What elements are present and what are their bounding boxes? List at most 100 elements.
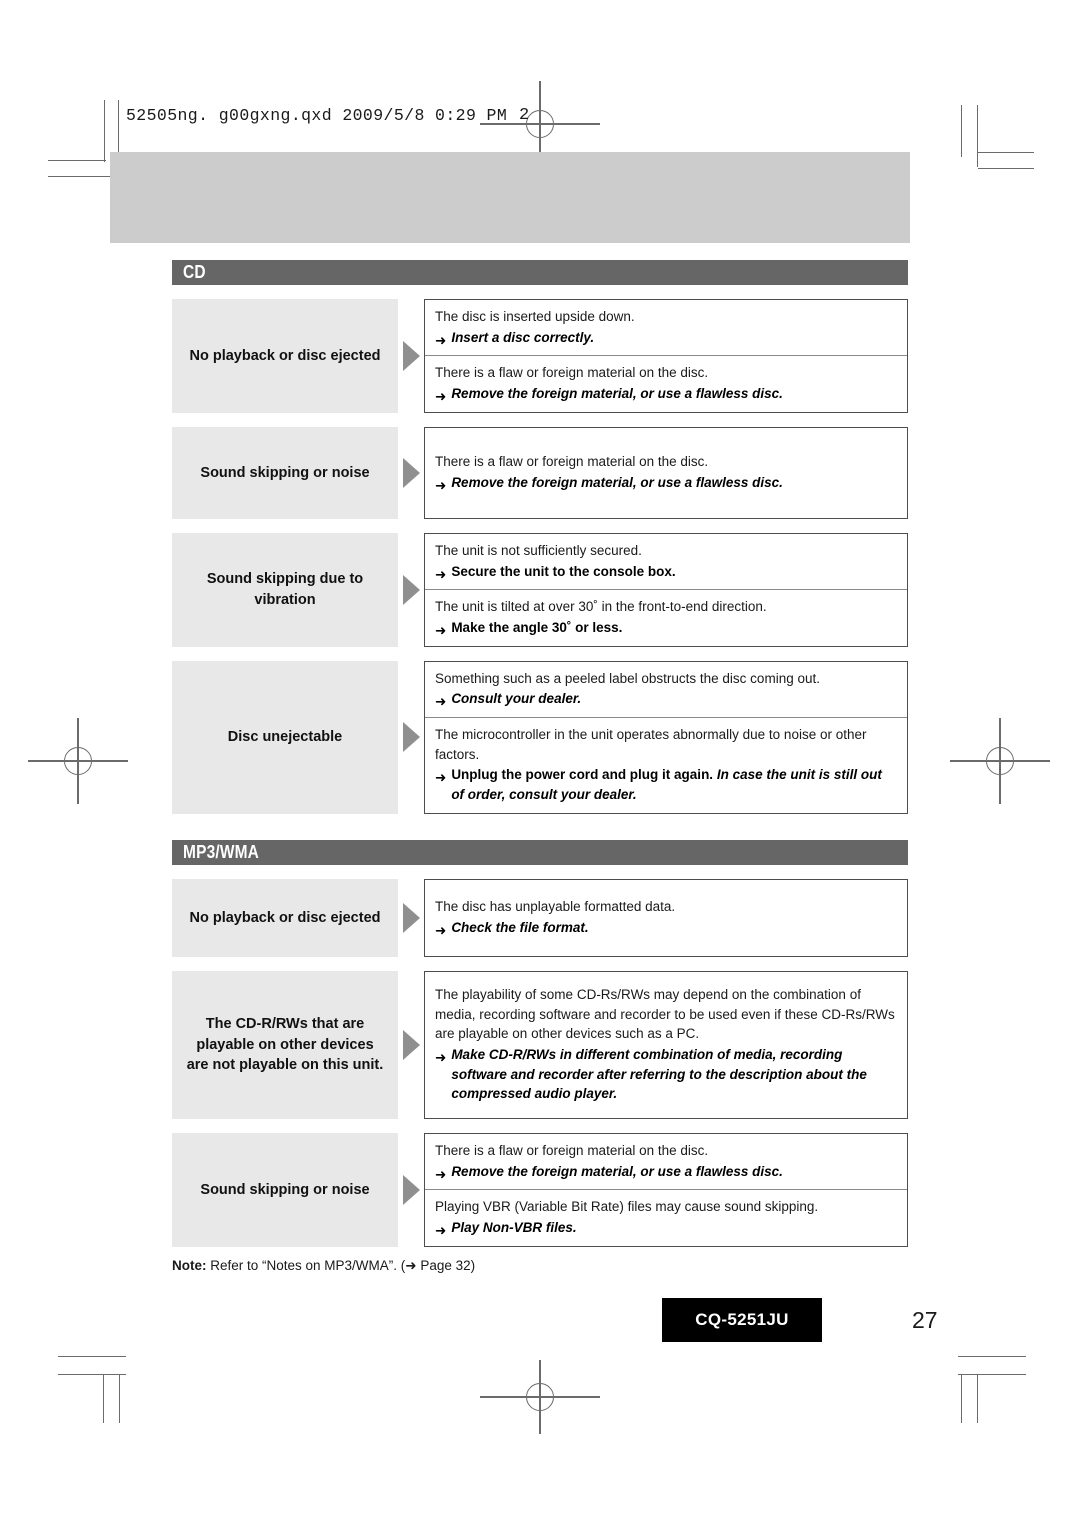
remedy-arrow-icon: ➜ — [435, 477, 447, 493]
remedy-arrow-icon: ➜ — [435, 622, 447, 638]
remedy-arrow-icon: ➜ — [435, 1049, 447, 1065]
remedy-line: ➜ Remove the foreign material, or use a … — [435, 384, 897, 404]
crop-mark-bottom-right-v2 — [977, 1375, 979, 1423]
symptom-label-text: Sound skipping due to vibration — [206, 571, 364, 608]
remedy-text: Remove the foreign material, or use a fl… — [451, 386, 783, 402]
cause-remedy-box: The unit is not sufficiently secured. ➜ … — [424, 532, 908, 647]
table-row: No playback or disc ejected The disc is … — [172, 299, 908, 413]
symptom-label-text: No playback or disc ejected — [189, 347, 381, 364]
section-header-mp3wma-label: MP3/WMA — [183, 841, 260, 862]
symptom-label: The CD-R/RWs that are playable on other … — [172, 970, 398, 1120]
triangle-pointer-icon — [402, 574, 420, 605]
pointer-triangle-cell — [398, 661, 424, 814]
symptom-label-text: No playback or disc ejected — [189, 909, 381, 926]
cause-block: Something such as a peeled label obstruc… — [425, 662, 907, 717]
cause-text: Something such as a peeled label obstruc… — [435, 670, 820, 686]
remedy-line: ➜ Secure the unit to the console box. — [435, 562, 897, 582]
triangle-pointer-icon — [402, 1029, 420, 1060]
note-arrow-icon: ➜ — [405, 1257, 417, 1273]
crop-mark-bottom-left-h2 — [58, 1374, 126, 1376]
remedy-text-mixed: Unplug the power cord and plug it again.… — [451, 765, 897, 804]
triangle-pointer-icon — [402, 457, 420, 488]
section-header-cd: CD — [172, 260, 908, 285]
crop-mark-bottom-left-v2 — [119, 1375, 121, 1423]
crop-mark-bottom-left-v1 — [103, 1375, 105, 1423]
pointer-triangle-cell — [398, 971, 424, 1119]
remedy-text: Insert a disc correctly. — [451, 329, 595, 345]
section-mp3wma: MP3/WMA No playback or disc ejected The … — [172, 839, 908, 1247]
table-row: Sound skipping or noise There is a flaw … — [172, 426, 908, 519]
remedy-arrow-icon: ➜ — [435, 922, 447, 938]
triangle-pointer-icon — [402, 902, 420, 933]
crop-mark-bottom-right-v1 — [961, 1375, 963, 1423]
table-row: No playback or disc ejected The disc has… — [172, 878, 908, 957]
slug-page-number: 2 — [519, 106, 530, 125]
remedy-text: Remove the foreign material, or use a fl… — [451, 474, 783, 490]
remedy-line: ➜ Remove the foreign material, or use a … — [435, 1162, 897, 1182]
remedy-line: ➜ Play Non-VBR files. — [435, 1218, 897, 1238]
cause-remedy-box: The disc has unplayable formatted data. … — [424, 878, 908, 957]
remedy-text: Make CD-R/RWs in different combination o… — [451, 1046, 867, 1102]
remedy-arrow-icon: ➜ — [435, 770, 447, 786]
remedy-text: Play Non-VBR files. — [451, 1220, 577, 1236]
note-reference: Page 32) — [416, 1257, 476, 1273]
remedy-line: ➜ Unplug the power cord and plug it agai… — [435, 765, 897, 804]
remedy-line: ➜ Make the angle 30˚ or less. — [435, 618, 897, 638]
remedy-arrow-icon: ➜ — [435, 694, 447, 710]
cause-text: The disc has unplayable formatted data. — [435, 899, 676, 915]
cause-block: The unit is not sufficiently secured. ➜ … — [425, 534, 907, 589]
symptom-label: No playback or disc ejected — [172, 299, 398, 413]
cause-remedy-box: There is a flaw or foreign material on t… — [424, 426, 908, 519]
remedy-text: Make the angle 30˚ or less. — [451, 619, 623, 635]
cause-block: The microcontroller in the unit operates… — [425, 717, 907, 813]
cause-remedy-box: Something such as a peeled label obstruc… — [424, 660, 908, 814]
pointer-triangle-cell — [398, 427, 424, 519]
section-header-mp3wma: MP3/WMA — [172, 839, 908, 865]
symptom-label: Sound skipping or noise — [172, 1133, 398, 1247]
file-slug-text: 52505ng. g00gxng.qxd 2009/5/8 0:29 PM — [126, 106, 508, 125]
triangle-pointer-icon — [402, 1174, 420, 1205]
remedy-arrow-icon: ➜ — [435, 1223, 447, 1239]
table-row: Disc unejectable Something such as a pee… — [172, 660, 908, 814]
crop-mark-top-left-v1 — [104, 100, 106, 162]
cause-remedy-box: The disc is inserted upside down. ➜ Inse… — [424, 299, 908, 413]
remedy-line: ➜ Make CD-R/RWs in different combination… — [435, 1045, 897, 1104]
pointer-triangle-cell — [398, 1133, 424, 1247]
table-row: Sound skipping or noise There is a flaw … — [172, 1133, 908, 1247]
cause-block: The disc is inserted upside down. ➜ Inse… — [425, 300, 907, 355]
pointer-triangle-cell — [398, 299, 424, 413]
symptom-label-text: Sound skipping or noise — [200, 464, 370, 481]
remedy-arrow-icon: ➜ — [435, 389, 447, 405]
symptom-label: Sound skipping due to vibration — [172, 532, 398, 647]
crop-mark-top-right-h2 — [978, 168, 1034, 170]
cause-block: The unit is tilted at over 30˚ in the fr… — [425, 589, 907, 645]
note-line: Note: Refer to “Notes on MP3/WMA”. (➜ Pa… — [172, 1257, 908, 1276]
cause-text: There is a flaw or foreign material on t… — [435, 454, 709, 470]
crop-mark-bottom-right-h1 — [958, 1356, 1026, 1358]
remedy-text: Check the file format. — [451, 919, 589, 935]
cause-text: There is a flaw or foreign material on t… — [435, 365, 709, 381]
cause-block: There is a flaw or foreign material on t… — [425, 445, 907, 500]
cause-text: The microcontroller in the unit operates… — [435, 727, 867, 762]
cause-block: There is a flaw or foreign material on t… — [425, 355, 907, 411]
section-cd: CD No playback or disc ejected The disc … — [172, 260, 908, 814]
remedy-text-roman: Unplug the power cord and plug it again. — [451, 767, 714, 783]
note-prefix: Note: — [172, 1257, 207, 1273]
cause-remedy-box: The playability of some CD-Rs/RWs may de… — [424, 970, 908, 1120]
triangle-pointer-icon — [402, 722, 420, 753]
remedy-text: Consult your dealer. — [451, 691, 582, 707]
crop-mark-bottom-left-h1 — [58, 1356, 126, 1358]
crop-mark-top-right-v1 — [961, 105, 963, 157]
symptom-label: Disc unejectable — [172, 660, 398, 814]
remedy-arrow-icon: ➜ — [435, 1166, 447, 1182]
cause-text: There is a flaw or foreign material on t… — [435, 1143, 709, 1159]
table-row: The CD-R/RWs that are playable on other … — [172, 970, 908, 1120]
cause-remedy-box: There is a flaw or foreign material on t… — [424, 1133, 908, 1247]
content-column: CD No playback or disc ejected The disc … — [172, 260, 908, 1276]
cause-block: There is a flaw or foreign material on t… — [425, 1134, 907, 1189]
cause-block: The playability of some CD-Rs/RWs may de… — [425, 972, 907, 1118]
remedy-arrow-icon: ➜ — [435, 566, 447, 582]
remedy-line: ➜ Consult your dealer. — [435, 689, 897, 709]
page-number: 27 — [912, 1307, 938, 1333]
pointer-triangle-cell — [398, 879, 424, 957]
